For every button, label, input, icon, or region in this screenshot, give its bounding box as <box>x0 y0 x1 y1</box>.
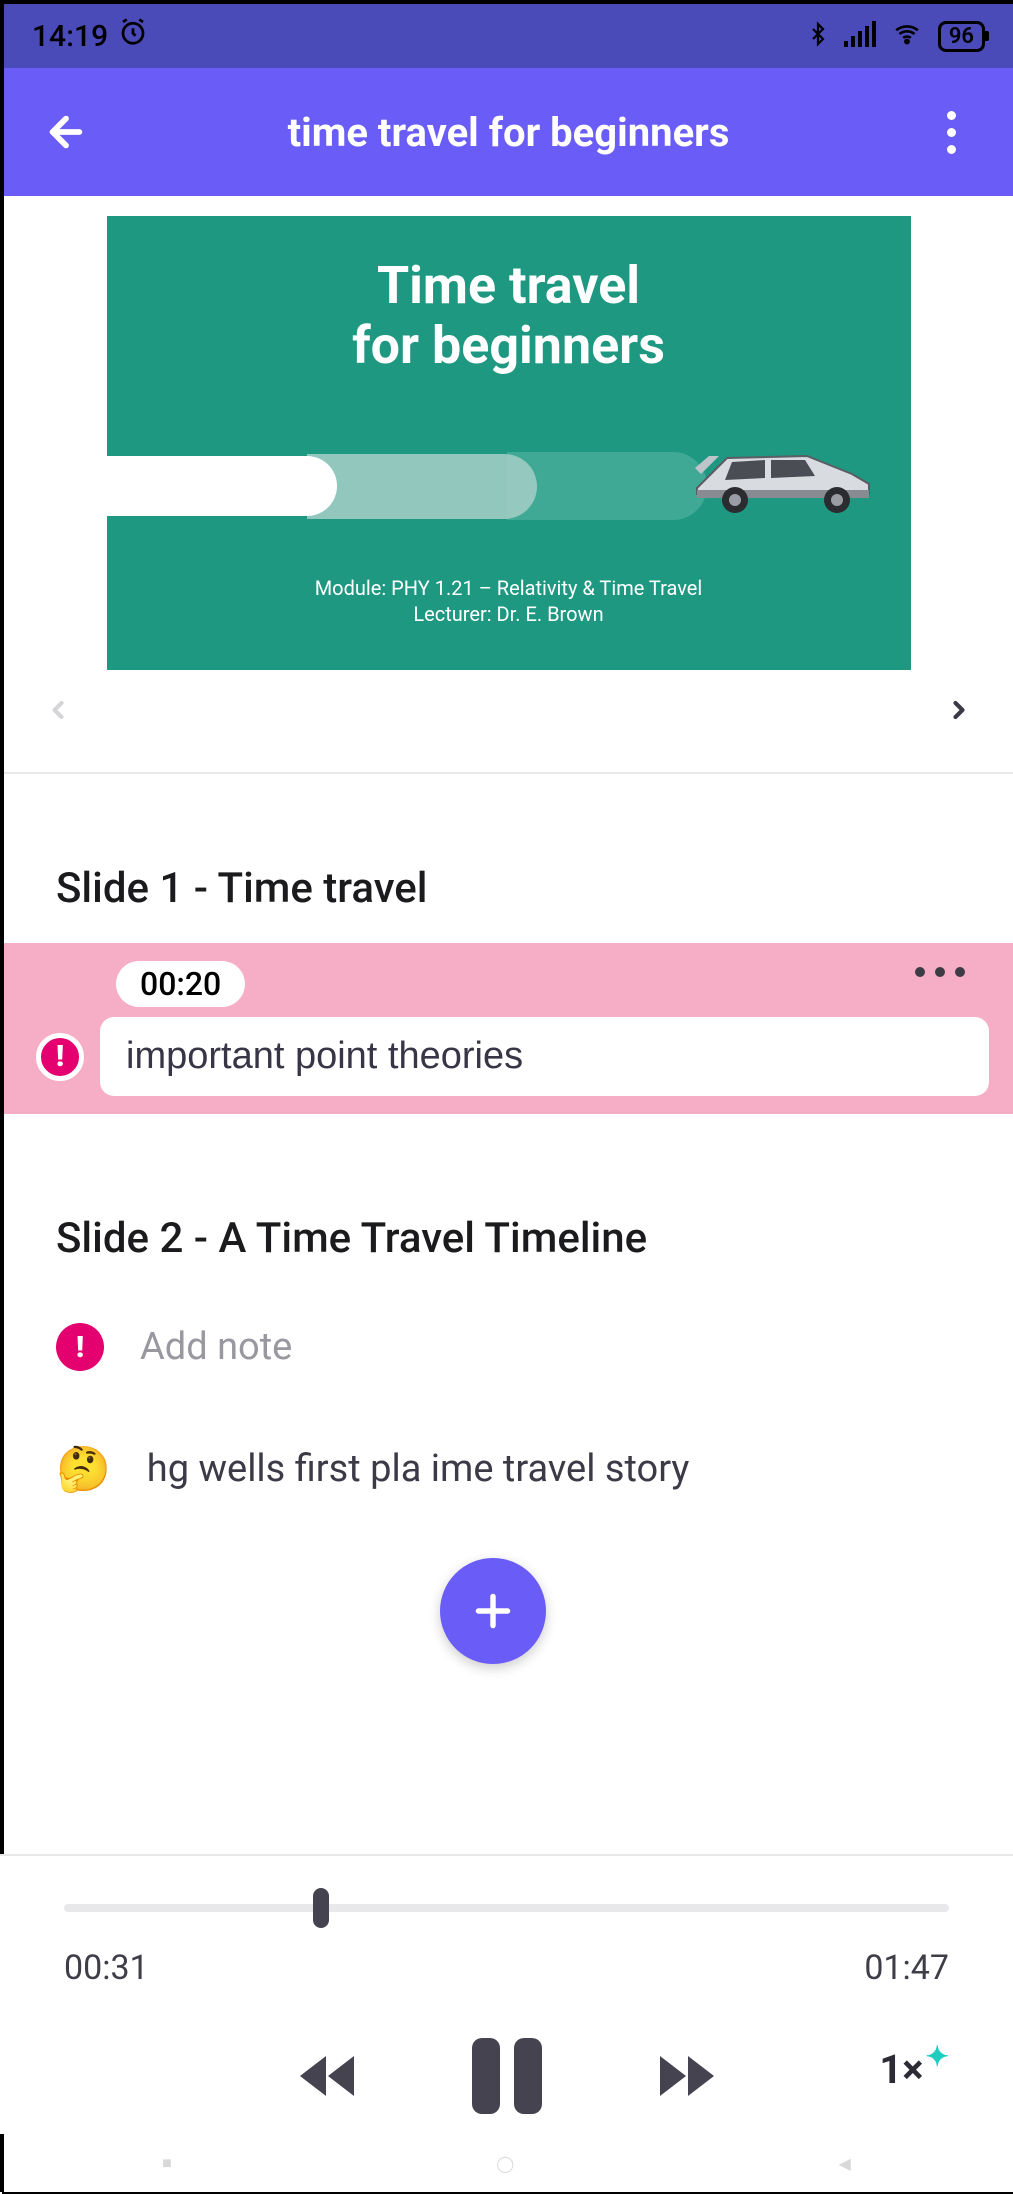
slide-nav <box>4 670 1013 760</box>
slide-1-heading: Slide 1 - Time travel <box>4 864 1013 913</box>
playback-speed-button[interactable]: 1×✦ <box>879 2046 949 2093</box>
seek-bar[interactable] <box>64 1896 949 1920</box>
prev-slide-button[interactable] <box>44 688 72 743</box>
active-note-row[interactable]: 00:20 ! <box>4 943 1013 1114</box>
back-button[interactable] <box>36 109 96 155</box>
app-bar: time travel for beginners <box>4 68 1013 196</box>
next-slide-button[interactable] <box>945 688 973 743</box>
note-row[interactable]: 🤔 hg wells first pla ime travel story <box>4 1447 1013 1491</box>
notes-content: Slide 1 - Time travel 00:20 ! Slide 2 - … <box>4 774 1013 1491</box>
audio-player: 00:31 01:47 1×✦ <box>0 1854 1013 2134</box>
page-title: time travel for beginners <box>96 109 921 156</box>
sparkle-icon: ✦ <box>926 2040 949 2073</box>
slide-preview-area: Time travel for beginners Module: PHY 1.… <box>4 196 1013 774</box>
total-time: 01:47 <box>864 1948 949 1988</box>
note-timestamp[interactable]: 00:20 <box>116 961 245 1007</box>
slide-title-line2: for beginners <box>107 316 911 376</box>
note-text: hg wells first pla ime travel story <box>147 1447 690 1491</box>
home-icon[interactable]: ◯ <box>496 2154 514 2173</box>
seek-thumb[interactable] <box>313 1888 329 1928</box>
trail-graphic <box>107 446 757 526</box>
wifi-icon <box>890 21 924 51</box>
alarm-icon <box>118 17 148 55</box>
important-icon[interactable]: ! <box>36 1033 84 1081</box>
slide-lecturer-text: Lecturer: Dr. E. Brown <box>107 602 911 626</box>
status-time: 14:19 <box>32 19 108 54</box>
battery-indicator: 96 <box>938 21 985 52</box>
status-bar: 14:19 96 <box>4 4 1013 68</box>
add-button[interactable] <box>440 1558 546 1664</box>
slide-2-heading: Slide 2 - A Time Travel Timeline <box>4 1214 1013 1263</box>
pause-button[interactable] <box>472 2038 542 2114</box>
bluetooth-icon <box>806 17 830 55</box>
system-nav-bar: ■ ◯ ◀ <box>0 2134 1013 2192</box>
note-text-input[interactable] <box>100 1017 989 1096</box>
note-menu-button[interactable] <box>915 967 965 977</box>
rewind-button[interactable] <box>292 2048 362 2104</box>
important-icon: ! <box>56 1323 104 1371</box>
current-time: 00:31 <box>64 1948 149 1988</box>
slide-title-line1: Time travel <box>107 256 911 316</box>
add-note-placeholder: Add note <box>140 1325 292 1369</box>
car-graphic <box>687 436 877 520</box>
forward-button[interactable] <box>652 2048 722 2104</box>
slide-image[interactable]: Time travel for beginners Module: PHY 1.… <box>107 216 911 670</box>
add-note-row[interactable]: ! Add note <box>4 1323 1013 1371</box>
signal-icon <box>844 21 876 51</box>
thinking-emoji-icon: 🤔 <box>56 1447 111 1491</box>
overflow-menu-button[interactable] <box>921 111 981 154</box>
recent-apps-icon[interactable]: ■ <box>162 2153 172 2173</box>
back-icon[interactable]: ◀ <box>838 2154 850 2173</box>
slide-module-text: Module: PHY 1.21 – Relativity & Time Tra… <box>107 576 911 600</box>
